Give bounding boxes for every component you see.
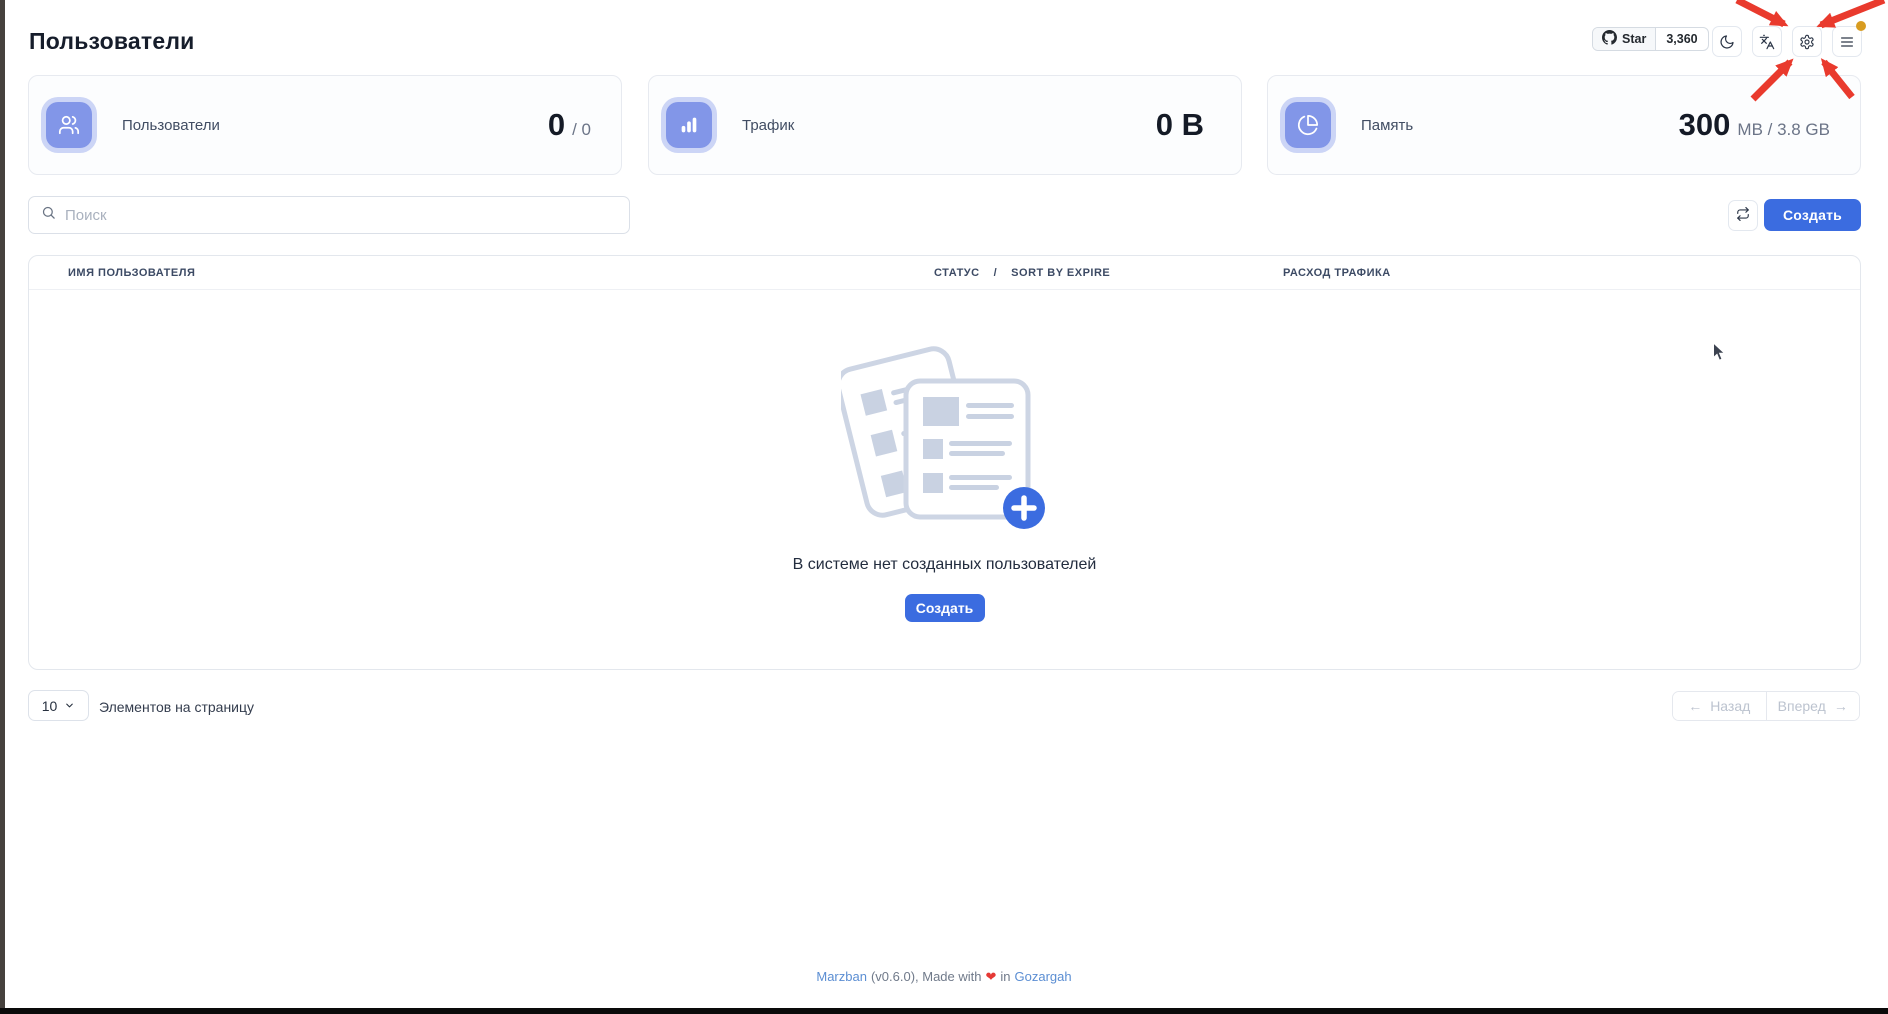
github-star-label: Star xyxy=(1622,32,1646,46)
github-star-widget[interactable]: Star 3,360 xyxy=(1592,27,1709,51)
page-size-select[interactable]: 10 xyxy=(28,690,89,721)
next-page-button[interactable]: Вперед → xyxy=(1766,692,1860,720)
prev-page-button[interactable]: ← Назад xyxy=(1673,692,1766,720)
footer-version-text: (v0.6.0), Made with xyxy=(871,969,982,985)
arrow-right-icon: → xyxy=(1834,698,1848,714)
gear-icon xyxy=(1799,34,1815,50)
table-header-row: ИМЯ ПОЛЬЗОВАТЕЛЯ СТАТУС / SORT BY EXPIRE… xyxy=(29,256,1860,290)
hamburger-icon xyxy=(1839,34,1855,50)
memory-icon xyxy=(1285,102,1331,148)
window-bottom-edge xyxy=(0,1008,1888,1014)
github-star-count[interactable]: 3,360 xyxy=(1656,28,1707,50)
users-table: ИМЯ ПОЛЬЗОВАТЕЛЯ СТАТУС / SORT BY EXPIRE… xyxy=(28,255,1861,670)
heart-icon: ❤ xyxy=(986,969,997,985)
moon-icon xyxy=(1719,34,1735,50)
stat-label: Пользователи xyxy=(122,117,548,134)
column-header-traffic: РАСХОД ТРАФИКА xyxy=(1283,256,1391,290)
stat-value: 0 xyxy=(548,107,565,143)
stat-suffix: MB / 3.8 GB xyxy=(1737,120,1830,140)
stat-suffix: / 0 xyxy=(572,120,591,140)
window-left-edge xyxy=(0,0,5,1014)
gozargah-link[interactable]: Gozargah xyxy=(1015,969,1072,985)
next-page-label: Вперед xyxy=(1778,698,1826,714)
arrow-left-icon: ← xyxy=(1688,698,1702,714)
refresh-button[interactable] xyxy=(1728,200,1758,231)
stat-card-traffic: Трафик 0 B xyxy=(648,75,1242,175)
dark-mode-button[interactable] xyxy=(1712,26,1742,57)
empty-state-create-button[interactable]: Создать xyxy=(905,594,985,622)
column-header-status-expire[interactable]: СТАТУС / SORT BY EXPIRE xyxy=(934,256,1110,290)
stat-card-memory: Память 300 MB / 3.8 GB xyxy=(1267,75,1861,175)
stat-card-users: Пользователи 0 / 0 xyxy=(28,75,622,175)
stat-value: 0 B xyxy=(1156,107,1204,143)
settings-button[interactable] xyxy=(1792,26,1822,57)
footer-in-word: in xyxy=(1000,969,1010,985)
column-header-username[interactable]: ИМЯ ПОЛЬЗОВАТЕЛЯ xyxy=(68,256,195,290)
chevron-down-icon xyxy=(64,698,75,714)
notification-dot xyxy=(1856,21,1866,31)
github-icon xyxy=(1602,30,1617,48)
footer: Marzban (v0.6.0), Made with ❤ in Gozarga… xyxy=(0,969,1888,985)
stat-label: Память xyxy=(1361,117,1679,134)
column-header-sort-expire[interactable]: SORT BY EXPIRE xyxy=(1011,256,1110,290)
column-header-status[interactable]: СТАТУС xyxy=(934,256,980,290)
search-input[interactable] xyxy=(65,207,617,224)
page-title: Пользователи xyxy=(29,28,195,55)
per-page-label: Элементов на страницу xyxy=(99,699,254,715)
prev-page-label: Назад xyxy=(1710,698,1750,714)
pagination-buttons: ← Назад Вперед → xyxy=(1672,691,1860,721)
menu-button[interactable] xyxy=(1832,26,1862,57)
column-header-separator: / xyxy=(994,256,998,290)
stat-label: Трафик xyxy=(742,117,1156,134)
traffic-icon xyxy=(666,102,712,148)
create-user-button[interactable]: Создать xyxy=(1764,199,1861,231)
marzban-link[interactable]: Marzban xyxy=(816,969,867,985)
search-icon xyxy=(41,205,56,225)
empty-state-message: В системе нет созданных пользователей xyxy=(29,556,1860,574)
language-button[interactable] xyxy=(1752,26,1782,57)
translate-icon xyxy=(1759,34,1775,50)
stat-value: 300 xyxy=(1679,107,1731,143)
search-box[interactable] xyxy=(28,196,630,234)
refresh-icon xyxy=(1736,207,1750,224)
users-icon xyxy=(46,102,92,148)
empty-state-illustration xyxy=(841,346,1056,532)
github-star-button[interactable]: Star xyxy=(1593,28,1656,50)
marzban-users-page: { "page_title": "Пользователи", "topbar"… xyxy=(0,0,1888,1014)
page-size-value: 10 xyxy=(42,698,58,714)
plus-circle-icon xyxy=(1003,487,1045,529)
